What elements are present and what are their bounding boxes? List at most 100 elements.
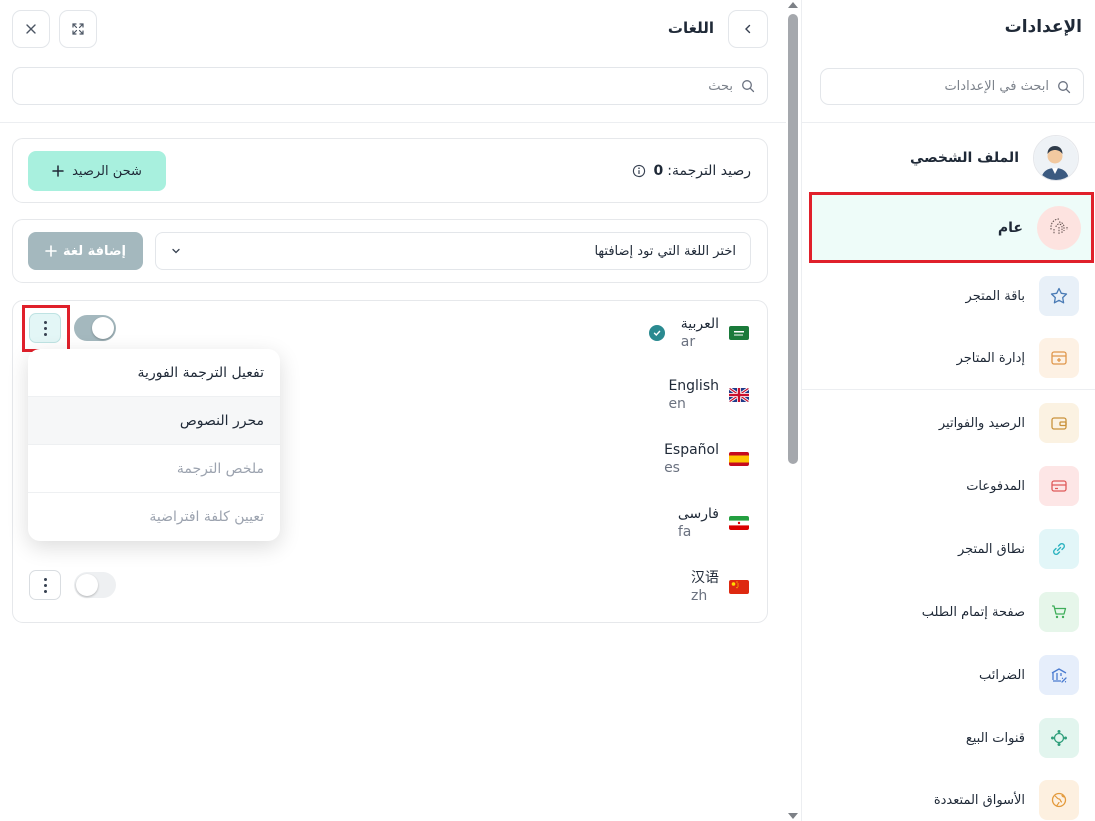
close-icon <box>26 24 36 34</box>
nav-label: الضرائب <box>978 667 1025 683</box>
user-avatar-icon <box>1034 136 1078 180</box>
language-code: ar <box>680 334 696 350</box>
language-name: فارسی <box>677 506 719 522</box>
sidebar-item-store-management[interactable]: إدارة المتاجر <box>957 338 1079 378</box>
page-title: اللغات <box>667 19 714 37</box>
menu-item-live-translation[interactable]: تفعيل الترجمة الفورية <box>28 349 280 397</box>
star-icon <box>1039 276 1079 316</box>
language-options-menu: تفعيل الترجمة الفورية محرر النصوص ملخص ا… <box>28 349 280 541</box>
expand-icon <box>72 23 84 35</box>
divider <box>0 122 786 123</box>
sidebar-item-store-plan[interactable]: باقة المتجر <box>966 276 1079 316</box>
highlight-box <box>22 305 70 352</box>
search-icon <box>1058 80 1071 93</box>
sidebar-item-taxes[interactable]: الضرائب <box>979 655 1079 695</box>
channels-icon <box>1039 718 1079 758</box>
sidebar-item-payments[interactable]: المدفوعات <box>966 466 1079 506</box>
sidebar-item-checkout-page[interactable]: صفحة إتمام الطلب <box>922 592 1079 632</box>
search-input[interactable] <box>53 78 733 94</box>
chevron-left-icon <box>745 24 751 34</box>
general-label: عام <box>997 219 1023 236</box>
flag-china-icon <box>729 580 749 594</box>
sidebar-title: الإعدادات <box>1004 17 1082 37</box>
language-text: 汉语 zh <box>691 569 719 605</box>
language-name: 汉语 <box>691 570 719 586</box>
language-code: fa <box>677 524 692 540</box>
flag-saudi-icon <box>729 326 749 340</box>
flag-spain-icon <box>729 452 749 466</box>
chevron-down-icon <box>172 248 180 254</box>
language-code: zh <box>691 588 708 604</box>
flag-uk-icon <box>729 388 749 402</box>
avatar <box>1033 135 1079 181</box>
language-code: es <box>664 460 680 476</box>
language-row-ar: العربية ar <box>681 315 749 351</box>
store-icon <box>1039 338 1079 378</box>
sidebar-item-store-domain[interactable]: نطاق المتجر <box>958 529 1079 569</box>
nav-label: المدفوعات <box>966 478 1025 494</box>
recharge-label: شحن الرصيد <box>72 163 142 179</box>
balance-card: رصيد الترجمة: 0 شحن الرصيد <box>12 138 768 203</box>
sidebar-item-general[interactable]: عام <box>809 192 1094 263</box>
settings-search[interactable] <box>820 68 1084 105</box>
balance-value: 0 <box>653 163 664 179</box>
menu-item-default-cost[interactable]: تعيين كلفة افتراضية <box>28 493 280 541</box>
sidebar-item-sales-channels[interactable]: قنوات البيع <box>966 718 1079 758</box>
plus-icon <box>52 165 64 177</box>
language-name: Español <box>664 442 719 458</box>
recharge-button[interactable]: شحن الرصيد <box>28 151 166 191</box>
language-row-fa: فارسی fa <box>678 505 749 541</box>
language-name: العربية <box>680 316 719 332</box>
profile-label: الملف الشخصي <box>909 150 1019 166</box>
wallet-icon <box>1039 403 1079 443</box>
close-button[interactable] <box>12 10 50 48</box>
settings-search-input[interactable] <box>849 79 1049 94</box>
sidebar-item-balance-invoices[interactable]: الرصيد والفواتير <box>939 403 1079 443</box>
add-language-label: إضافة لغة <box>63 243 126 259</box>
search-icon <box>742 80 755 93</box>
language-text: العربية ar <box>681 315 719 351</box>
nav-label: إدارة المتاجر <box>956 350 1025 366</box>
sidebar-item-profile[interactable]: الملف الشخصي <box>910 135 1079 181</box>
plus-icon <box>45 245 57 257</box>
credit-card-icon <box>1039 466 1079 506</box>
language-select[interactable]: اختر اللغة التي تود إضافتها <box>155 232 751 270</box>
flag-iran-icon <box>729 516 749 530</box>
language-code: en <box>668 396 686 412</box>
balance-label: رصيد الترجمة: 0 <box>632 163 751 179</box>
languages-search[interactable] <box>12 67 768 105</box>
language-row-es: Español es <box>664 441 749 477</box>
scroll-down-icon[interactable] <box>788 813 798 819</box>
language-toggle-ar[interactable] <box>74 315 116 341</box>
nav-label: قنوات البيع <box>965 730 1025 746</box>
cart-icon <box>1039 592 1079 632</box>
fingerprint-icon <box>1037 205 1081 250</box>
settings-sidebar: الإعدادات الملف الشخصي <box>801 0 1095 821</box>
link-icon <box>1039 529 1079 569</box>
add-language-button[interactable]: إضافة لغة <box>28 232 143 270</box>
expand-button[interactable] <box>59 10 97 48</box>
language-menu-button-zh[interactable] <box>29 570 61 600</box>
scroll-up-icon[interactable] <box>788 2 798 8</box>
divider <box>802 122 1095 123</box>
language-row-en: English en <box>668 377 749 413</box>
nav-label: نطاق المتجر <box>957 541 1025 557</box>
toggle-knob <box>92 317 114 339</box>
scrollbar-thumb[interactable] <box>788 14 798 464</box>
info-icon[interactable] <box>632 164 646 178</box>
language-name: English <box>668 378 719 394</box>
back-button[interactable] <box>728 10 768 48</box>
toggle-knob <box>76 574 98 596</box>
language-row-zh: 汉语 zh <box>691 569 749 605</box>
language-text: English en <box>668 377 719 413</box>
add-language-card: اختر اللغة التي تود إضافتها إضافة لغة <box>12 219 768 283</box>
language-toggle-zh[interactable] <box>74 572 116 598</box>
default-check-icon <box>649 325 665 341</box>
menu-item-text-editor[interactable]: محرر النصوص <box>28 397 280 445</box>
nav-label: باقة المتجر <box>965 288 1025 304</box>
sidebar-item-multi-markets[interactable]: الأسواق المتعددة <box>934 780 1079 820</box>
nav-label: صفحة إتمام الطلب <box>921 604 1025 620</box>
menu-item-translation-summary[interactable]: ملخص الترجمة <box>28 445 280 493</box>
globe-icon <box>1039 780 1079 820</box>
language-text: Español es <box>664 441 719 477</box>
